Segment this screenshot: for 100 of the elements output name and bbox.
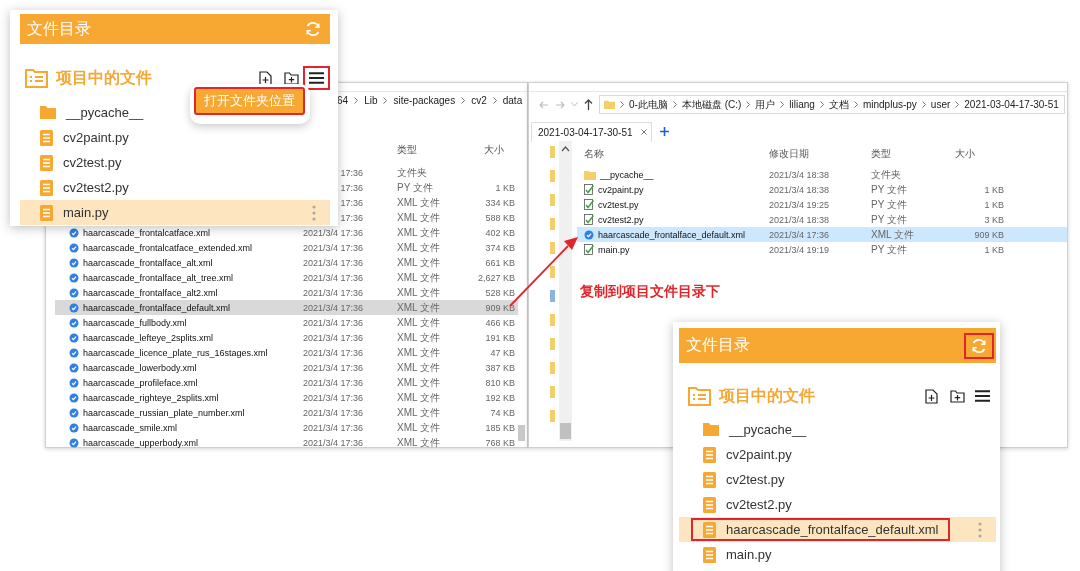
xml-file-icon [69,332,79,343]
file-name: cv2test.py [598,199,639,210]
column-header[interactable]: 类型 [867,146,951,161]
xml-file-icon [69,287,79,298]
column-header[interactable]: 类型 [363,142,483,157]
chevron-icon [620,101,624,108]
file-name: haarcascade_frontalcatface.xml [83,227,211,238]
section-title: 项目中的文件 [56,67,153,88]
modified-date: 2021/3/4 17:36 [302,287,363,298]
file-type: XML 文件 [396,360,440,375]
new-folder-icon[interactable] [284,71,299,85]
column-header[interactable]: 大小 [951,146,1007,161]
file-name: haarcascade_smile.xml [83,422,178,433]
modified-date: 17:36 [340,197,363,208]
modified-date: 2021/3/4 18:38 [768,184,830,195]
chevron-icon [819,101,824,108]
breadcrumb[interactable]: Lib [364,95,378,106]
breadcrumb[interactable]: 64 [337,95,349,106]
file-name: __pycache__ [729,422,807,437]
breadcrumb[interactable]: user [930,99,951,110]
document-icon [703,446,716,463]
modified-date: 2021/3/4 18:38 [768,169,830,180]
new-folder-icon[interactable] [950,389,965,403]
file-name: haarcascade_frontalcatface_extended.xml [83,242,253,253]
breadcrumb[interactable]: 本地磁盘 (C:) [681,97,742,112]
breadcrumb[interactable]: 文档 [828,97,849,112]
scrollbar-thumb[interactable] [518,425,525,441]
file-size: 47 KB [490,347,516,358]
address-bar[interactable]: 0-此电脑 本地磁盘 (C:) 用户 liliang 文档 mindplus-py user 2021-03-04-17-30-51 [599,95,1065,114]
file-size: 1 KB [984,244,1005,255]
column-header[interactable]: 修改日期 [764,146,867,161]
plus-icon[interactable] [659,127,669,136]
file-type: XML 文件 [396,210,440,225]
close-icon[interactable] [640,129,647,135]
file-name: cv2test2.py [63,180,129,195]
modified-date: 2021/3/4 17:36 [302,227,363,238]
modified-date: 2021/3/4 17:36 [302,302,363,313]
modified-date: 2021/3/4 19:19 [768,244,830,255]
document-icon [703,521,716,538]
file-type: XML 文件 [396,345,440,360]
file-size: 402 KB [485,227,516,238]
file-name: cv2test2.py [726,497,792,512]
chevron-icon [853,101,858,108]
document-icon [40,129,53,146]
column-header[interactable]: 名称 [577,146,764,161]
file-type: XML 文件 [396,315,440,330]
file-type: 文件夹 [870,167,901,182]
file-name: cv2test.py [726,472,785,487]
column-header[interactable]: 大小 [483,142,518,157]
document-icon [40,154,53,171]
modified-date: 2021/3/4 17:36 [302,272,363,283]
modified-date: 2021/3/4 17:36 [302,377,363,388]
file-size: 74 KB [490,407,516,418]
new-file-icon[interactable] [925,388,938,404]
file-type: PY 文件 [396,180,433,195]
file-type: XML 文件 [396,375,440,390]
breadcrumb[interactable]: mindplus-py [862,99,917,110]
refresh-button[interactable] [964,332,994,359]
file-size: 2,627 KB [477,272,516,283]
chevron-icon [780,101,785,108]
breadcrumb[interactable]: 用户 [755,97,776,112]
selected-file-row[interactable]: haarcascade_frontalface_default.xml 2021/3/4 17:36 XML 文件 909 KB [577,227,1067,242]
xml-file-icon [69,242,79,253]
file-type: XML 文件 [396,195,440,210]
modified-date: 2021/3/4 17:36 [302,242,363,253]
file-name: haarcascade_licence_plate_rus_16stages.xml [83,347,268,358]
file-type: XML 文件 [396,390,440,405]
modified-date: 2021/3/4 17:36 [302,437,363,448]
new-file-icon[interactable] [259,70,272,86]
selected-file-row[interactable]: haarcascade_frontalface_default.xml 2021/3/4 17:36 XML 文件 909 KB [55,300,518,315]
xml-file-icon [584,229,594,240]
breadcrumb[interactable]: cv2 [471,95,487,106]
breadcrumb[interactable]: site-packages [393,95,456,106]
file-name: haarcascade_frontalface_default.xml [598,229,746,240]
file-type: 文件夹 [396,165,427,180]
file-type: PY 文件 [870,212,907,227]
modified-date: 17:36 [340,212,363,223]
folder-tab[interactable]: 2021-03-04-17-30-51 [531,121,652,142]
selected-file-item[interactable]: main.py [20,200,330,225]
modified-date: 2021/3/4 17:36 [302,392,363,403]
breadcrumb[interactable]: data [502,95,523,106]
file-type: XML 文件 [396,405,440,420]
xml-file-icon [69,362,79,373]
up-arrow-icon[interactable] [584,99,593,110]
selected-file-item[interactable]: haarcascade_frontalface_default.xml [679,517,996,542]
file-type: PY 文件 [870,197,907,212]
breadcrumb[interactable]: liliang [789,99,815,110]
file-name: haarcascade_frontalface_alt_tree.xml [83,272,234,283]
file-name: haarcascade_righteye_2splits.xml [83,392,219,403]
file-size: 1 KB [495,182,516,193]
file-size: 1 KB [984,199,1005,210]
xml-file-icon [69,377,79,388]
file-size: 588 KB [485,212,516,223]
modified-date: 2021/3/4 17:36 [302,332,363,343]
breadcrumb[interactable]: 0-此电脑 [629,97,668,112]
file-type: XML 文件 [396,225,440,240]
file-size: 810 KB [485,377,516,388]
script-file-icon [584,184,594,195]
breadcrumb[interactable]: 2021-03-04-17-30-51 [964,99,1059,110]
document-icon [703,546,716,563]
